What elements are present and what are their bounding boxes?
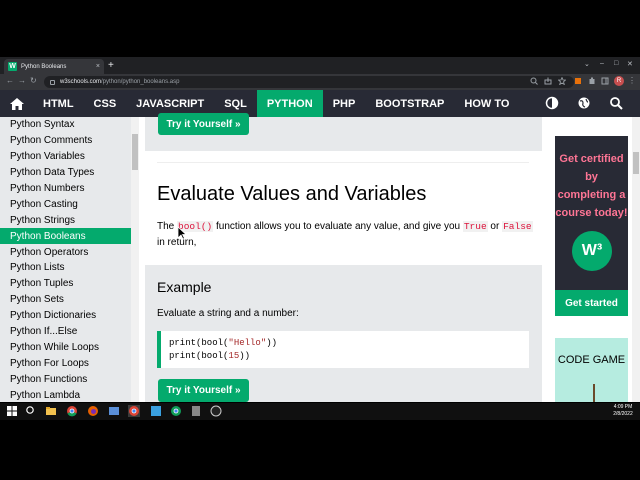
search-taskbar-icon[interactable]: [25, 405, 37, 417]
para-text: function allows you to evaluate any valu…: [213, 221, 463, 232]
sidebar-item[interactable]: Python If...Else: [0, 324, 139, 340]
inline-code-false: False: [502, 221, 533, 232]
app-icon-2[interactable]: [150, 405, 162, 417]
clock-date: 2/8/2022: [613, 411, 633, 417]
maximize-button[interactable]: □: [614, 60, 618, 67]
home-icon: [9, 97, 24, 110]
profile-avatar[interactable]: R: [614, 76, 624, 86]
nav-item-python[interactable]: PYTHON: [256, 90, 323, 117]
ad-text: Get certified by completing a course tod…: [555, 153, 628, 219]
sidebar-scroll-thumb[interactable]: [132, 134, 138, 170]
obs-icon[interactable]: [210, 405, 222, 417]
code-block: print(bool("Hello")) print(bool(15)): [157, 331, 529, 368]
clock-time: 4:09 PM: [613, 404, 633, 410]
example-heading: Example: [157, 279, 212, 295]
code-line: print(bool(15)): [169, 350, 529, 363]
code-token: print(bool(: [169, 351, 229, 361]
windows-start-icon[interactable]: [6, 405, 18, 417]
search-icon[interactable]: [609, 96, 623, 110]
sidebar-item[interactable]: Python Functions: [0, 371, 139, 387]
code-string: "Hello": [228, 338, 267, 348]
w3schools-favicon-icon: W: [8, 62, 17, 71]
lock-icon: [50, 79, 55, 85]
home-button[interactable]: [0, 90, 33, 117]
back-icon[interactable]: ←: [6, 76, 14, 85]
code-token: )): [266, 338, 278, 348]
browser-menu-icon[interactable]: ⋮: [628, 76, 636, 85]
sidebar-item[interactable]: Python Dictionaries: [0, 308, 139, 324]
w3-certified-logo-icon: W³: [572, 231, 612, 271]
app-icon[interactable]: [108, 405, 120, 417]
sidebar-item[interactable]: Python Tuples: [0, 276, 139, 292]
sidebar-item[interactable]: Python While Loops: [0, 339, 139, 355]
sidebar-item[interactable]: Python Variables: [0, 149, 139, 165]
code-line: print(bool("Hello")): [169, 337, 529, 350]
sidebar-item[interactable]: Python Casting: [0, 196, 139, 212]
sidebar-item[interactable]: Python Numbers: [0, 181, 139, 197]
para-text: or: [487, 221, 503, 232]
code-token: print(bool(: [169, 338, 229, 348]
sidebar-item[interactable]: Python Lambda: [0, 387, 139, 402]
code-number: 15: [228, 351, 240, 361]
minimize-button[interactable]: –: [600, 60, 604, 67]
get-started-button[interactable]: Get started: [555, 290, 628, 316]
tab-close-icon[interactable]: ×: [96, 63, 100, 70]
try-it-yourself-button-2[interactable]: Try it Yourself »: [158, 379, 249, 402]
site-top-nav: HTML CSS JAVASCRIPT SQL PYTHON PHP BOOTS…: [0, 90, 640, 117]
inline-code-true: True: [462, 221, 488, 232]
browser-tab[interactable]: W Python Booleans ×: [4, 59, 104, 74]
share-icon[interactable]: [544, 77, 552, 85]
extension-icon[interactable]: [574, 77, 582, 85]
chrome-active-icon[interactable]: [128, 405, 140, 417]
section-heading: Evaluate Values and Variables: [157, 183, 427, 205]
left-sidebar-menu: Python Syntax Python Comments Python Var…: [0, 117, 139, 402]
sidebar-item[interactable]: Python Operators: [0, 244, 139, 260]
close-window-button[interactable]: ✕: [627, 60, 633, 68]
nav-item-html[interactable]: HTML: [33, 90, 84, 117]
rocket-icon: [593, 384, 595, 402]
try-it-yourself-button[interactable]: Try it Yourself »: [158, 113, 249, 135]
url-host: w3schools.com: [60, 79, 102, 85]
para-text: The: [157, 221, 178, 232]
chrome-icon[interactable]: [66, 405, 78, 417]
sidebar-item[interactable]: Python Comments: [0, 133, 139, 149]
chrome-icon-2[interactable]: [170, 405, 182, 417]
nav-item-php[interactable]: PHP: [323, 90, 366, 117]
screen: W Python Booleans × + ⌄ – □ ✕ ← → ↻ w3sc…: [0, 0, 640, 480]
reload-icon[interactable]: ↻: [30, 76, 37, 85]
sidebar-item[interactable]: Python Data Types: [0, 165, 139, 181]
code-token: )): [239, 351, 251, 361]
file-explorer-icon[interactable]: [45, 405, 57, 417]
calculator-icon[interactable]: [190, 405, 202, 417]
page-scroll-thumb[interactable]: [633, 152, 639, 174]
forward-icon[interactable]: →: [18, 76, 26, 85]
puzzle-extensions-icon[interactable]: [588, 77, 596, 85]
tab-title: Python Booleans: [21, 63, 67, 70]
nav-item-css[interactable]: CSS: [84, 90, 127, 117]
firefox-icon[interactable]: [87, 405, 99, 417]
sidebar-item[interactable]: Python Lists: [0, 260, 139, 276]
sidebar-item-active[interactable]: Python Booleans: [0, 228, 131, 245]
new-tab-button[interactable]: +: [108, 60, 114, 71]
nav-item-bootstrap[interactable]: BOOTSTRAP: [365, 90, 454, 117]
code-game-title: CODE GAME: [557, 354, 626, 366]
zoom-icon[interactable]: [530, 77, 538, 85]
dark-mode-toggle-icon[interactable]: [545, 96, 559, 110]
sidebar-item[interactable]: Python For Loops: [0, 355, 139, 371]
sidebar-panel-icon[interactable]: [601, 77, 609, 85]
taskbar-clock[interactable]: 4:09 PM 2/8/2022: [608, 404, 638, 418]
tab-search-icon[interactable]: ⌄: [584, 60, 590, 68]
address-bar[interactable]: w3schools.com /python/python_booleans.as…: [44, 76, 574, 88]
sidebar-item[interactable]: Python Sets: [0, 292, 139, 308]
sidebar-item[interactable]: Python Strings: [0, 212, 139, 228]
section-divider: [157, 162, 529, 163]
mouse-pointer-icon: [177, 226, 187, 240]
section-paragraph: The bool() function allows you to evalua…: [157, 219, 537, 251]
sidebar-item[interactable]: Python Syntax: [0, 117, 139, 133]
url-path: /python/python_booleans.asp: [101, 79, 180, 85]
bookmark-star-icon[interactable]: [558, 77, 566, 85]
example-description: Evaluate a string and a number:: [157, 308, 299, 319]
nav-item-how-to[interactable]: HOW TO: [454, 90, 519, 117]
globe-icon[interactable]: [577, 96, 591, 110]
